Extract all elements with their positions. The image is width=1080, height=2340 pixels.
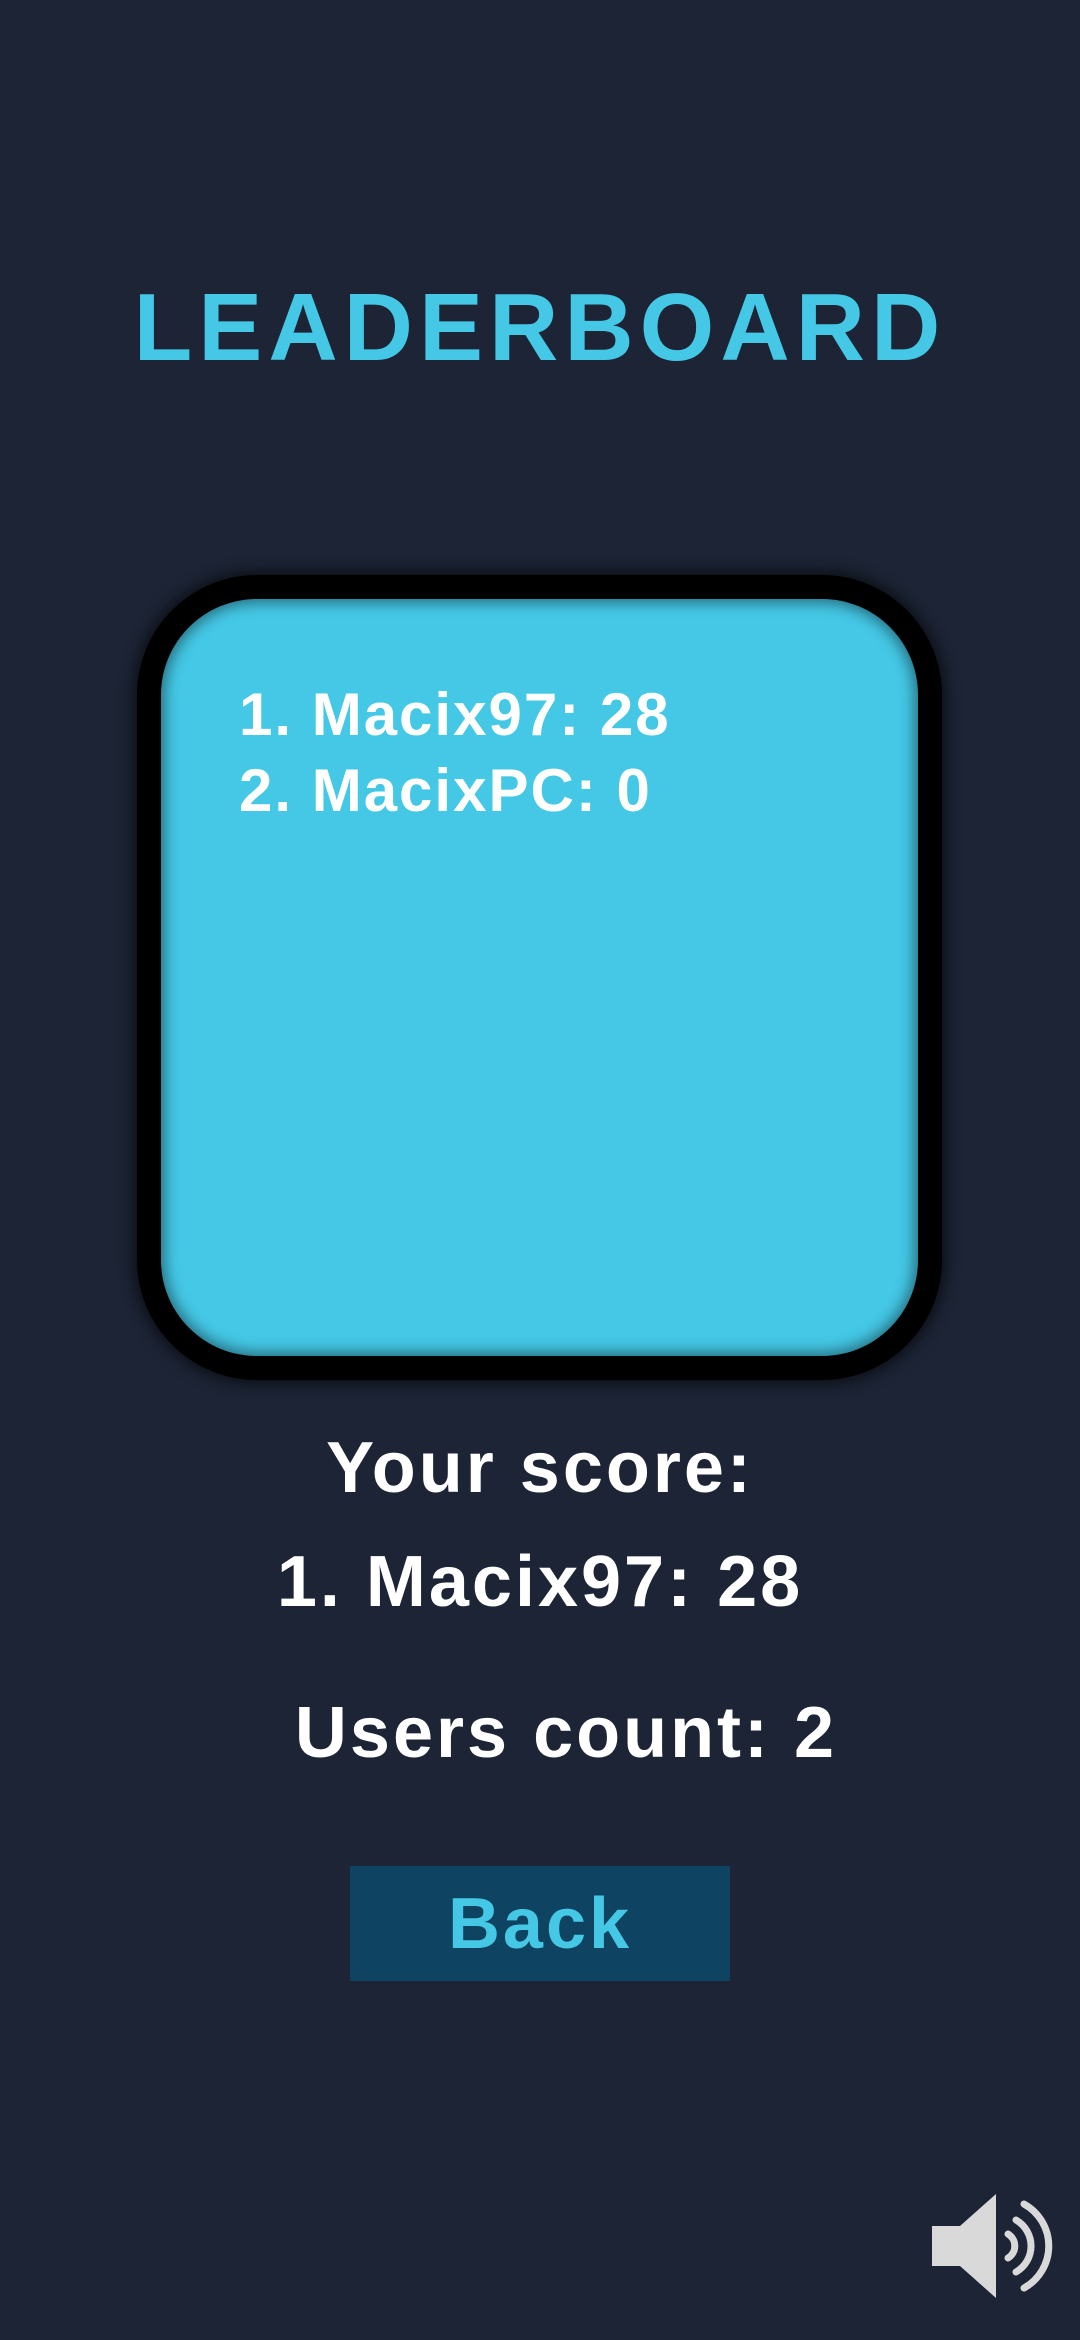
leaderboard-entry: 2. MacixPC: 0 xyxy=(239,757,652,824)
leaderboard-entry: 1. Macix97: 28 xyxy=(239,681,671,748)
users-count: Users count: 2 xyxy=(26,1697,1080,1769)
users-count-label: Users count: xyxy=(294,1693,772,1773)
back-button[interactable]: Back xyxy=(350,1866,730,1981)
users-count-value: 2 xyxy=(794,1693,838,1773)
leaderboard-list: 1. Macix97: 28 2. MacixPC: 0 xyxy=(239,677,671,829)
sound-toggle-button[interactable] xyxy=(928,2190,1056,2302)
speaker-sound-on-icon xyxy=(932,2194,1053,2298)
page-title: LEADERBOARD xyxy=(133,274,947,381)
your-score-label: Your score: xyxy=(326,1428,754,1508)
leaderboard-panel: 1. Macix97: 28 2. MacixPC: 0 xyxy=(137,575,942,1380)
leaderboard-panel-inner: 1. Macix97: 28 2. MacixPC: 0 xyxy=(161,599,918,1356)
your-score-value: 1. Macix97: 28 xyxy=(276,1542,804,1622)
